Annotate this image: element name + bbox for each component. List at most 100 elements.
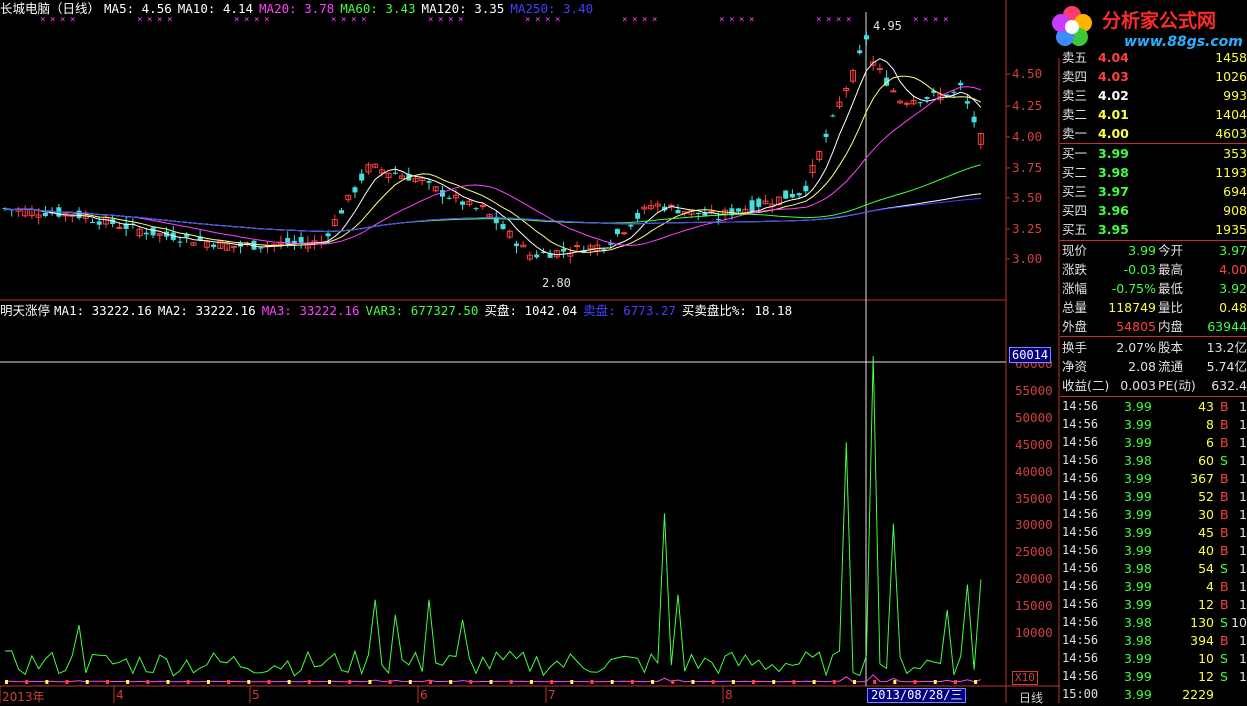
price-axis-label: 3.25 (1012, 221, 1043, 236)
signal-bar (186, 680, 190, 684)
quote-label: 涨幅 (1062, 281, 1088, 296)
volume-axis-label: 50000 (1015, 409, 1053, 425)
quote-value: 3.97 (1219, 243, 1247, 258)
tick-row[interactable]: 14:56 3.98 394 B 1 (1060, 631, 1247, 650)
tick-row[interactable]: 15:00 3.99 2229 (1060, 685, 1247, 704)
tick-volume: 4 (1206, 579, 1214, 594)
quote-label: 今开 (1158, 243, 1184, 258)
tick-row[interactable]: 14:56 3.99 30 B 1 (1060, 505, 1247, 524)
order-book-sell-row[interactable]: 卖三 4.02 993 (1060, 86, 1247, 105)
signal-marker: × (836, 15, 841, 25)
quote-row[interactable]: 现价 3.99 今开 3.97 (1060, 241, 1247, 260)
candle-body (426, 181, 432, 183)
tick-extra: 1 (1239, 471, 1247, 486)
candle-body (796, 193, 802, 196)
order-volume: 1026 (1215, 69, 1247, 84)
tick-side: B (1220, 489, 1229, 504)
order-book-sell-row[interactable]: 卖一 4.00 4603 (1060, 124, 1247, 143)
tick-row[interactable]: 14:56 3.98 60 S 1 (1060, 451, 1247, 470)
stat-value: 2.07% (1116, 340, 1156, 355)
tick-row[interactable]: 14:56 3.99 12 B 1 (1060, 595, 1247, 614)
quote-row[interactable]: 涨幅 -0.75% 最低 3.92 (1060, 279, 1247, 298)
volume-axis-label: 30000 (1015, 517, 1053, 533)
tick-price: 3.99 (1124, 489, 1152, 504)
candle-body (143, 232, 149, 235)
candle-body (749, 200, 755, 212)
order-book-buy-row[interactable]: 买五 3.95 1935 (1060, 220, 1247, 239)
tick-extra: 1 (1239, 417, 1247, 432)
tick-price: 3.99 (1124, 597, 1152, 612)
order-book-buy-row[interactable]: 买二 3.98 1193 (1060, 163, 1247, 182)
tick-volume: 54 (1198, 561, 1214, 576)
signal-marker: × (943, 15, 948, 25)
period-label[interactable]: 日线 (1019, 689, 1043, 706)
tick-row[interactable]: 14:56 3.99 8 B 1 (1060, 415, 1247, 434)
quote-label: 最高 (1158, 262, 1184, 277)
stats-row[interactable]: 换手 2.07% 股本 13.2亿 (1060, 338, 1247, 357)
signal-bar (65, 680, 69, 684)
signal-bar (651, 680, 655, 684)
tick-price: 3.99 (1124, 669, 1152, 684)
quote-row[interactable]: 涨跌 -0.03 最高 4.00 (1060, 260, 1247, 279)
signal-bar (307, 680, 311, 684)
order-book-sell-row[interactable]: 卖四 4.03 1026 (1060, 67, 1247, 86)
tick-row[interactable]: 14:56 3.99 367 B 1 (1060, 469, 1247, 488)
order-book-buy-row[interactable]: 买四 3.96 908 (1060, 201, 1247, 220)
order-level-label: 卖二 (1062, 107, 1088, 122)
quote-value: 3.92 (1219, 281, 1247, 296)
candle-body (298, 237, 304, 243)
tick-extra: 1 (1239, 561, 1247, 576)
signal-marker: × (622, 15, 627, 25)
tick-row[interactable]: 14:56 3.99 10 S 1 (1060, 649, 1247, 668)
tick-row[interactable]: 14:56 3.98 130 S 10 (1060, 613, 1247, 632)
order-book-buy-row[interactable]: 买三 3.97 694 (1060, 182, 1247, 201)
order-volume: 1935 (1215, 222, 1247, 237)
tick-price: 3.99 (1124, 687, 1152, 702)
ma-line-5 (4, 58, 982, 256)
order-price: 4.01 (1098, 107, 1129, 122)
quote-row[interactable]: 总量 118749 量比 0.48 (1060, 298, 1247, 317)
quote-row[interactable]: 外盘 54805 内盘 63944 (1060, 317, 1247, 336)
signal-marker: × (729, 15, 734, 25)
tick-time: 14:56 (1062, 579, 1099, 593)
candle-body (971, 116, 977, 123)
date-axis-label: 8 (725, 688, 733, 702)
order-level-label: 买四 (1062, 203, 1088, 218)
tick-time: 14:56 (1062, 399, 1099, 413)
tick-row[interactable]: 14:56 3.98 54 S 1 (1060, 559, 1247, 578)
tick-row[interactable]: 14:56 3.99 40 B 1 (1060, 541, 1247, 560)
signal-bar (388, 680, 392, 684)
zoom-label[interactable]: X10 (1012, 671, 1038, 685)
tick-row[interactable]: 14:56 3.99 52 B 1 (1060, 487, 1247, 506)
candle-body (924, 97, 930, 99)
volume-axis-label: 20000 (1015, 571, 1053, 587)
order-volume: 4603 (1215, 126, 1247, 141)
candle-body (325, 233, 331, 237)
price-axis-label: 3.50 (1012, 190, 1043, 205)
tick-row[interactable]: 14:56 3.99 45 B 1 (1060, 523, 1247, 542)
stats-row[interactable]: 净资 2.08 流通 5.74亿 (1060, 357, 1247, 376)
tick-row[interactable]: 14:56 3.99 6 B 1 (1060, 433, 1247, 452)
candle-body (715, 219, 721, 221)
order-book-sell-row[interactable]: 卖五 4.04 1458 (1060, 48, 1247, 67)
tick-side: S (1220, 651, 1228, 666)
tick-side: B (1220, 507, 1229, 522)
tick-price: 3.98 (1124, 561, 1152, 576)
tick-row[interactable]: 14:56 3.99 43 B 1 (1060, 397, 1247, 416)
tick-row[interactable]: 14:56 3.99 4 B 1 (1060, 577, 1247, 596)
tick-row[interactable]: 14:56 3.99 12 S 1 (1060, 667, 1247, 686)
stats-row[interactable]: 收益(二) 0.003 PE(动) 632.4 (1060, 376, 1247, 395)
order-book-sell-row[interactable]: 卖二 4.01 1404 (1060, 105, 1247, 124)
candle-body (513, 243, 519, 247)
order-price: 3.99 (1098, 146, 1129, 161)
signal-bar (166, 680, 170, 684)
tick-side: S (1220, 453, 1228, 468)
stat-label: 净资 (1062, 359, 1088, 374)
tick-price: 3.99 (1124, 507, 1152, 522)
candle-body (534, 254, 540, 258)
stat-value: 13.2亿 (1206, 340, 1247, 355)
signal-bar (25, 680, 29, 684)
signal-bar (812, 680, 816, 684)
tick-time: 14:56 (1062, 543, 1099, 557)
order-book-buy-row[interactable]: 买一 3.99 353 (1060, 144, 1247, 163)
